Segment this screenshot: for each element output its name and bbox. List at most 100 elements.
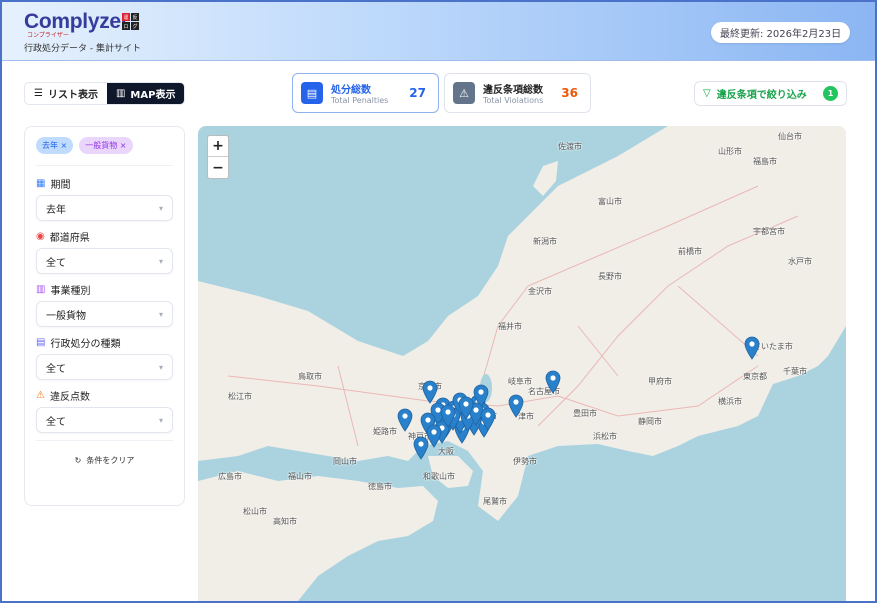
tagline: 行政処分データ - 集計サイト (24, 44, 141, 54)
filter-chip-period[interactable]: 去年 × (36, 137, 74, 154)
map-marker-icon[interactable] (397, 408, 413, 432)
filter-select[interactable]: 全て ▾ (36, 407, 173, 433)
map-city-label: 豊田市 (573, 409, 597, 418)
divider (36, 165, 173, 166)
chevron-down-icon: ▾ (158, 256, 163, 266)
map-city-label: 和歌山市 (423, 472, 455, 481)
list-view-button[interactable]: ☰ リスト表示 (25, 83, 107, 104)
filter-select[interactable]: 全て ▾ (36, 248, 173, 274)
calendar-icon: ▦ (36, 177, 46, 189)
filter-label-text: 期間 (50, 179, 71, 191)
filter-label: ▦ 期間 (36, 175, 173, 191)
filter-label: ⚠ 違反点数 (36, 387, 173, 403)
map-city-label: 松江市 (228, 392, 252, 401)
map-city-label: 東京都 (743, 372, 767, 381)
filter-select[interactable]: 一般貨物 ▾ (36, 301, 173, 327)
map-city-label: 福山市 (288, 472, 312, 481)
filter-sidebar: 去年 × 一般貨物 × ▦ 期間 去年 ▾ ◉ 都道府県 全て ▾ ▥ 事業種別 一般貨物 ▾ ▤… (24, 126, 185, 506)
map-city-label: 甲府市 (648, 377, 672, 386)
clear-label: 条件をクリア (86, 456, 135, 465)
map-city-label: 姫路市 (373, 427, 397, 436)
clear-filters-button[interactable]: ↻ 条件をクリア (36, 455, 173, 466)
filter-label: ▤ 行政処分の種類 (36, 334, 173, 350)
logo-badge-char: 違 (122, 13, 130, 21)
map-icon: ▥ (115, 88, 126, 99)
stat-value: 36 (561, 86, 578, 100)
map-city-label: 佐渡市 (558, 142, 582, 151)
chevron-down-icon: ▾ (158, 309, 163, 319)
filter-label-text: 行政処分の種類 (50, 338, 121, 350)
total-violations-card[interactable]: ⚠ 違反条項総数 Total Violations 36 (444, 73, 591, 113)
reset-icon: ↻ (74, 456, 82, 465)
close-icon[interactable]: × (61, 141, 68, 150)
map-marker-icon[interactable] (440, 404, 456, 428)
map-city-label: 水戸市 (788, 257, 812, 266)
map-city-label: 静岡市 (638, 417, 662, 426)
filter-icon: ▽ (703, 88, 711, 99)
logo-badge-char: グ (131, 22, 139, 30)
filter-select-value: 全て (46, 363, 66, 375)
map-city-label: 鳥取市 (298, 372, 322, 381)
filter-select-value: 去年 (46, 204, 66, 216)
logo-badge: 違反ログ (122, 13, 139, 30)
list-view-label: リスト表示 (47, 90, 98, 101)
stat-sublabel: Total Violations (483, 96, 544, 105)
zoom-out-button[interactable]: − (208, 157, 228, 178)
stat-sublabel: Total Penalties (331, 96, 389, 105)
map-marker-icon[interactable] (458, 396, 474, 420)
violation-filter-button[interactable]: ▽ 違反条項で絞り込み 1 (694, 81, 847, 106)
map-city-label: 福島市 (753, 157, 777, 166)
divider (36, 440, 173, 441)
last-updated-badge: 最終更新: 2026年2月23日 (711, 22, 851, 43)
map-city-label: 浜松市 (593, 432, 617, 441)
list-icon: ☰ (34, 88, 43, 99)
file-icon: ▤ (36, 336, 46, 348)
map-view-button[interactable]: ▥ MAP表示 (106, 83, 185, 104)
filter-select[interactable]: 全て ▾ (36, 354, 173, 380)
filter-label-text: 都道府県 (49, 232, 90, 244)
filter-count-badge: 1 (823, 86, 838, 101)
map-city-label: 徳島市 (368, 482, 392, 491)
map-city-label: 岡山市 (333, 457, 357, 466)
close-icon[interactable]: × (120, 141, 127, 150)
map-city-label: 岐阜市 (508, 377, 532, 386)
map-marker-icon[interactable] (480, 407, 496, 431)
map[interactable]: + − 新潟市 金沢市 福井市 長野市 前橋市 福島市 仙台市 山形市 宇都宮市 水戸市 さいたま市… (198, 126, 846, 601)
document-icon: ▤ (301, 82, 323, 104)
map-city-label: 山形市 (718, 147, 742, 156)
map-marker-icon[interactable] (545, 370, 561, 394)
total-penalties-card[interactable]: ▤ 処分総数 Total Penalties 27 (292, 73, 439, 113)
map-city-label: 横浜市 (718, 397, 742, 406)
map-city-label: 福井市 (498, 322, 522, 331)
chevron-down-icon: ▾ (158, 415, 163, 425)
logo-subtitle: コンプライザー (27, 32, 69, 39)
logo-badge-char: 反 (131, 13, 139, 21)
filter-select-value: 一般貨物 (46, 310, 86, 322)
map-city-label: 広島市 (218, 472, 242, 481)
warning-icon: ⚠ (453, 82, 475, 104)
map-pin-icon: ◉ (36, 230, 45, 242)
map-city-label: 宇都宮市 (753, 227, 785, 236)
filter-button-label: 違反条項で絞り込み (716, 90, 807, 101)
chip-label: 一般貨物 (85, 141, 118, 150)
logo-badge-char: ロ (122, 22, 130, 30)
header: Complyzer コンプライザー 違反ログ 行政処分データ - 集計サイト 最… (0, 0, 877, 61)
map-city-label: 金沢市 (528, 287, 552, 296)
map-city-label: 仙台市 (778, 132, 802, 141)
stat-value: 27 (409, 86, 426, 100)
filter-label-text: 違反点数 (49, 391, 90, 403)
map-tiles (198, 126, 846, 601)
map-view-label: MAP表示 (130, 90, 176, 101)
zoom-control: + − (207, 135, 229, 179)
filter-chip-business[interactable]: 一般貨物 × (79, 137, 133, 154)
filter-label-text: 事業種別 (50, 285, 91, 297)
map-city-label: 新潟市 (533, 237, 557, 246)
map-city-label: 前橋市 (678, 247, 702, 256)
map-marker-icon[interactable] (508, 394, 524, 418)
filter-select-value: 全て (46, 416, 66, 428)
map-marker-icon[interactable] (744, 336, 760, 360)
filter-select[interactable]: 去年 ▾ (36, 195, 173, 221)
zoom-in-button[interactable]: + (208, 136, 228, 157)
chip-label: 去年 (42, 141, 58, 150)
map-city-label: 千葉市 (783, 367, 807, 376)
